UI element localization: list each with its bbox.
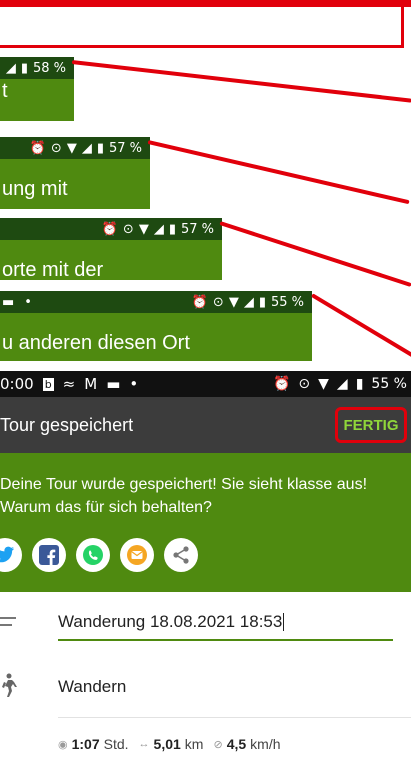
battery-icon: ▮ bbox=[20, 60, 28, 76]
clock-icon: ◉ bbox=[58, 738, 68, 751]
duration-unit: Std. bbox=[103, 736, 129, 752]
share-buttons bbox=[0, 538, 198, 572]
distance-value: 5,01 bbox=[153, 736, 181, 752]
notification-b-icon: b bbox=[42, 377, 54, 391]
notification-snippet-3: ⏰ ⊙ ▼ ◢ ▮ 57 % orte mit der bbox=[0, 218, 222, 280]
highlight-frame-box bbox=[0, 0, 404, 48]
wifi-icon: ▼ bbox=[66, 140, 77, 156]
status-time: 0:00 bbox=[0, 375, 34, 393]
dot-icon: • bbox=[129, 375, 139, 393]
pointer-line-1 bbox=[71, 60, 411, 103]
twitter-icon[interactable] bbox=[0, 538, 22, 572]
snippet-status-bar: ⏰ ⊙ ▼ ◢ ▮ 57 % bbox=[0, 218, 222, 240]
text-cursor bbox=[283, 613, 285, 631]
name-row-icon bbox=[0, 617, 16, 626]
pointer-line-4 bbox=[310, 293, 411, 359]
wifi-icon: ▼ bbox=[138, 221, 149, 237]
done-button[interactable]: FERTIG bbox=[335, 407, 407, 443]
share-panel: Deine Tour wurde gespeichert! Sie sieht … bbox=[0, 453, 411, 592]
alarm-icon: ⏰ bbox=[101, 221, 118, 237]
tour-name-input[interactable]: Wanderung 18.08.2021 18:53 bbox=[58, 605, 393, 641]
hiking-icon bbox=[0, 673, 18, 703]
whatsapp-icon[interactable] bbox=[76, 538, 110, 572]
page-title: Tour gespeichert bbox=[0, 414, 134, 435]
snippet-text: u anderen diesen Ort bbox=[2, 332, 190, 354]
cast-icon: ≈ bbox=[62, 375, 76, 393]
dot-icon: • bbox=[24, 294, 32, 310]
tour-stats: ◉ 1:07 Std. ↔ 5,01 km ⊘ 4,5 km/h bbox=[58, 736, 281, 752]
share-icon[interactable] bbox=[164, 538, 198, 572]
notification-snippet-4: ▬ • ⏰ ⊙ ▼ ◢ ▮ 55 % u anderen diesen Ort bbox=[0, 291, 312, 361]
pointer-line-3 bbox=[219, 221, 411, 288]
battery-icon: ▮ bbox=[96, 140, 104, 156]
minus-icon: ▬ bbox=[2, 294, 15, 310]
battery-icon: ▮ bbox=[258, 294, 266, 310]
speed-value: 4,5 bbox=[226, 736, 247, 752]
alarm-icon: ⏰ bbox=[29, 140, 46, 156]
signal-icon: ◢ bbox=[81, 140, 92, 156]
location-icon: ⊙ bbox=[50, 140, 62, 156]
distance-unit: km bbox=[184, 736, 204, 752]
alarm-icon: ⏰ bbox=[272, 376, 291, 392]
signal-icon: ◢ bbox=[5, 60, 16, 76]
activity-type[interactable]: Wandern bbox=[58, 677, 126, 697]
facebook-icon[interactable] bbox=[32, 538, 66, 572]
email-icon[interactable] bbox=[120, 538, 154, 572]
battery-icon: ▮ bbox=[355, 376, 364, 392]
snippet-status-bar: ⏰ ⊙ ▼ ◢ ▮ 57 % bbox=[0, 137, 150, 159]
minus-icon: ▬ bbox=[106, 375, 121, 393]
wifi-icon: ▼ bbox=[318, 376, 329, 392]
share-message: Deine Tour wurde gespeichert! Sie sieht … bbox=[0, 476, 368, 516]
alarm-icon: ⏰ bbox=[191, 294, 208, 310]
pointer-line-2 bbox=[147, 140, 410, 205]
app-bar: Tour gespeichert FERTIG bbox=[0, 397, 411, 453]
signal-icon: ◢ bbox=[243, 294, 254, 310]
signal-icon: ◢ bbox=[153, 221, 164, 237]
speed-unit: km/h bbox=[250, 736, 281, 752]
status-bar: 0:00 b ≈ M ▬ • ⏰ ⊙ ▼ ◢ ▮ 55 % bbox=[0, 371, 411, 397]
snippet-status-bar: ◢ ▮ 58 % bbox=[0, 57, 74, 79]
duration-value: 1:07 bbox=[71, 736, 100, 752]
battery-icon: ▮ bbox=[168, 221, 176, 237]
snippet-text: t bbox=[2, 80, 8, 102]
location-icon: ⊙ bbox=[122, 221, 134, 237]
notification-snippet-1: ◢ ▮ 58 % t bbox=[0, 57, 74, 121]
location-icon: ⊙ bbox=[212, 294, 224, 310]
gmail-icon: M bbox=[84, 375, 98, 393]
speed-icon: ⊘ bbox=[213, 738, 223, 751]
distance-icon: ↔ bbox=[138, 738, 150, 750]
snippet-text: ung mit bbox=[2, 178, 68, 200]
divider bbox=[58, 717, 411, 718]
location-icon: ⊙ bbox=[298, 376, 311, 392]
wifi-icon: ▼ bbox=[228, 294, 239, 310]
signal-icon: ◢ bbox=[336, 376, 348, 392]
notification-snippet-2: ⏰ ⊙ ▼ ◢ ▮ 57 % ung mit bbox=[0, 137, 150, 209]
snippet-status-bar: ▬ • ⏰ ⊙ ▼ ◢ ▮ 55 % bbox=[0, 291, 312, 313]
snippet-text: orte mit der bbox=[2, 259, 104, 280]
battery-percent: 55 % bbox=[371, 376, 407, 392]
